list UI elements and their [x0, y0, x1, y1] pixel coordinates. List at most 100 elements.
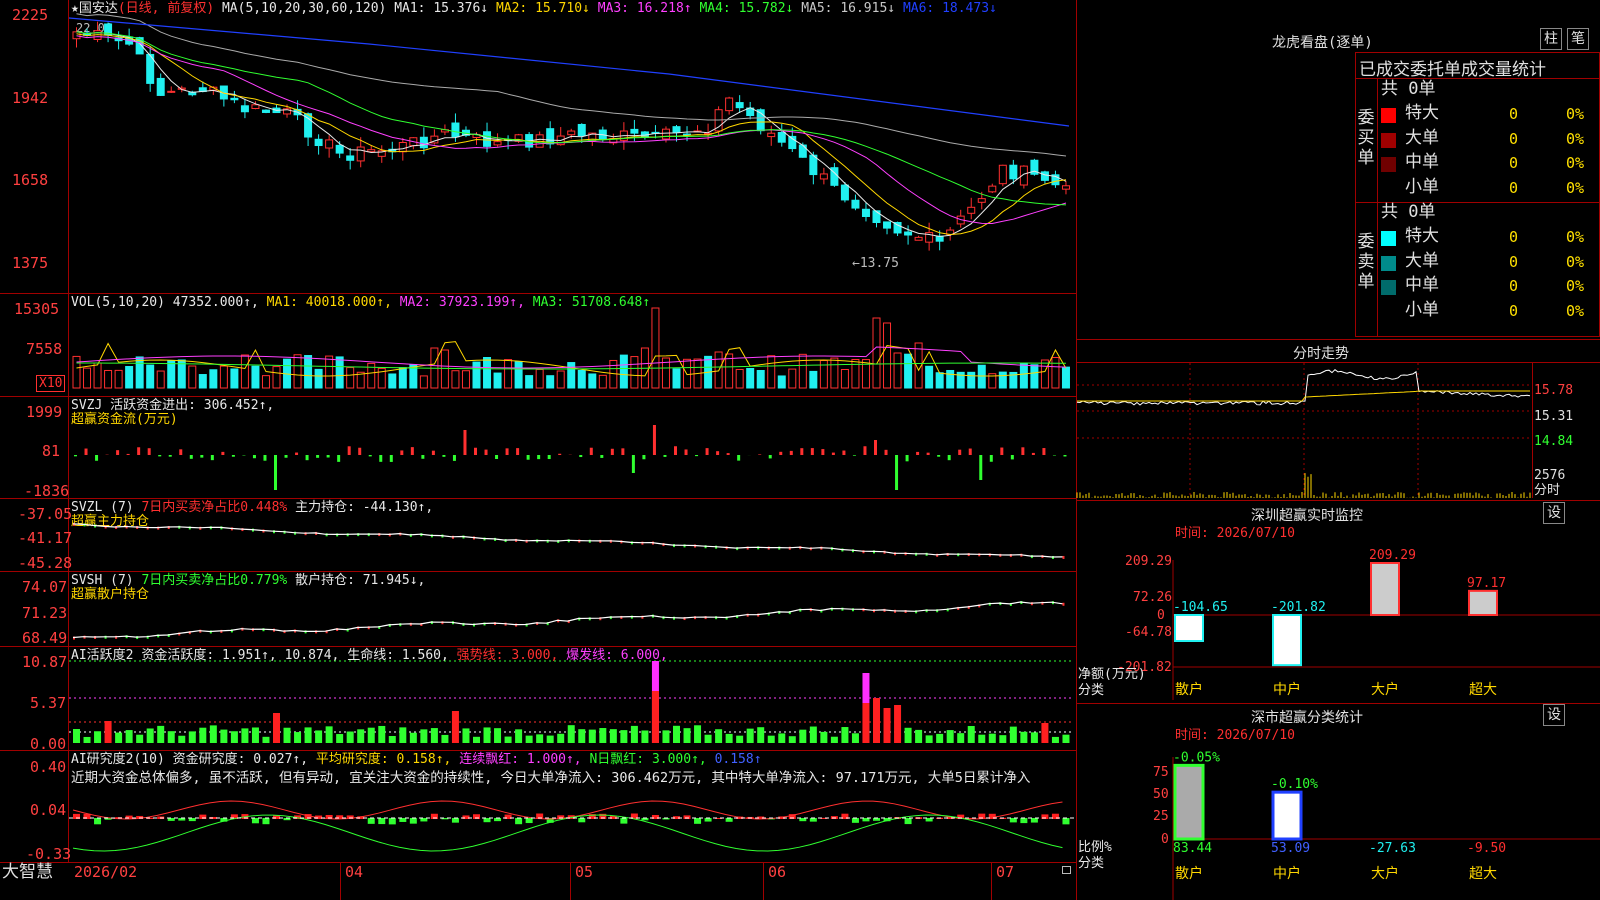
activity-bar — [862, 703, 870, 743]
activity-bar — [620, 730, 628, 743]
y-label: -0.33 — [26, 845, 72, 863]
flow-bar — [147, 448, 151, 455]
flow-bar — [905, 455, 909, 462]
flow-bar — [158, 455, 162, 457]
sell-side-label: 委卖单 — [1357, 232, 1375, 292]
volume-bar — [567, 362, 576, 389]
monitor-bar — [1370, 562, 1400, 616]
activity-bar — [873, 698, 880, 743]
activity-bar — [978, 734, 986, 743]
bar-value-label: 83.44 — [1173, 841, 1212, 856]
activity-bar — [894, 705, 902, 743]
panel-divider — [0, 498, 1077, 499]
fund-flow-chart[interactable] — [69, 400, 1074, 496]
classify-bar — [1173, 763, 1205, 841]
intraday-chart[interactable] — [1076, 363, 1532, 498]
flow-bar — [968, 448, 972, 455]
research-bar — [704, 818, 712, 822]
flow-bar — [179, 449, 183, 455]
candle — [872, 210, 881, 223]
volume-bar — [546, 375, 555, 389]
candle — [346, 155, 355, 161]
activity-bar — [725, 733, 733, 743]
volume-bar — [93, 362, 102, 389]
volume-chart[interactable] — [69, 300, 1074, 394]
y-label: 1658 — [12, 171, 49, 189]
y-label: 74.07 — [22, 578, 68, 596]
activity-bar — [704, 734, 712, 743]
volume-bar — [977, 364, 986, 389]
classify-settings-button[interactable]: 设 — [1543, 704, 1565, 726]
research-chart[interactable] — [69, 788, 1074, 860]
volume-bar — [767, 355, 776, 389]
bar-value-label: -9.50 — [1467, 841, 1506, 856]
candle — [230, 97, 239, 101]
monitor-settings-button[interactable]: 设 — [1543, 502, 1565, 524]
activity-bar — [851, 733, 859, 743]
candle — [398, 141, 407, 153]
research-bar — [694, 818, 702, 824]
volume-bar — [251, 365, 260, 389]
volume-bar — [925, 365, 934, 389]
monitor-bar-chart[interactable]: -104.65 -201.82 209.29 97.17 散户 中户 大户 超大 — [1077, 540, 1600, 700]
activity-bar — [515, 729, 523, 743]
candle — [451, 122, 460, 138]
activity-bar — [599, 728, 607, 743]
retail-position-chart[interactable] — [69, 575, 1074, 644]
volume-bar — [1051, 357, 1060, 389]
activity-bar — [494, 728, 502, 743]
panel-divider — [0, 646, 1077, 647]
flow-bar — [863, 446, 867, 455]
category-label: 超大 — [1469, 682, 1497, 698]
x-tick — [763, 862, 764, 900]
y-label: 15.78 — [1534, 383, 1574, 398]
volume-bar — [777, 375, 786, 389]
bar-value-label: -27.63 — [1369, 841, 1416, 856]
activity-bar — [157, 725, 165, 743]
activity-bar — [1051, 736, 1059, 743]
volume-bar — [483, 356, 492, 389]
column-view-button[interactable]: 柱 — [1540, 28, 1562, 50]
activity-chart[interactable] — [69, 650, 1074, 748]
activity-bar — [283, 727, 291, 743]
flow-bar — [726, 453, 730, 455]
research-bar — [1020, 818, 1028, 824]
monitor-bar — [1174, 614, 1204, 643]
y-label: 10.87 — [22, 653, 68, 671]
flow-bar — [579, 455, 583, 458]
volume-bar — [72, 355, 81, 389]
candlestick-chart[interactable] — [68, 13, 1074, 289]
main-position-chart[interactable] — [69, 502, 1074, 569]
flow-bar — [537, 455, 541, 460]
panel-divider — [0, 293, 1077, 294]
y-label: 0.00 — [30, 735, 67, 753]
flow-marker — [1062, 555, 1065, 559]
flow-bar — [895, 455, 899, 490]
bar-value-label: -104.65 — [1173, 600, 1228, 615]
candle — [661, 128, 670, 140]
divider — [1077, 500, 1600, 501]
chart-area[interactable]: ★国安达(日线, 前复权) MA(5,10,20,30,60,120) MA1:… — [0, 0, 1077, 900]
activity-bar — [757, 727, 765, 743]
activity-bar — [536, 734, 544, 743]
flow-bar — [421, 455, 425, 459]
candle — [419, 136, 428, 149]
activity-bar — [115, 732, 123, 743]
app-logo: 大智慧 — [2, 862, 53, 882]
volume-bar — [840, 369, 849, 389]
flow-bar — [663, 455, 667, 457]
activity-bar — [936, 733, 944, 743]
candle — [777, 132, 786, 143]
panel-divider — [0, 571, 1077, 572]
y-label: -41.17 — [18, 529, 73, 547]
dragon-title: 龙虎看盘(逐单) — [1272, 35, 1373, 51]
classify-bar-chart[interactable]: 83.44 -0.05% 53.09 -0.10% -27.63 -9.50 散户 中户 大户 超… — [1077, 742, 1600, 900]
flow-bar — [916, 451, 920, 455]
activity-bar — [736, 735, 744, 743]
flow-bar — [737, 455, 741, 461]
buy-side-label: 委买单 — [1357, 108, 1375, 168]
tick-view-button[interactable]: 笔 — [1567, 28, 1589, 50]
category-label: 超大 — [1469, 866, 1497, 882]
lock-icon[interactable] — [1062, 866, 1071, 874]
bar-top-label: -0.05% — [1173, 750, 1220, 765]
